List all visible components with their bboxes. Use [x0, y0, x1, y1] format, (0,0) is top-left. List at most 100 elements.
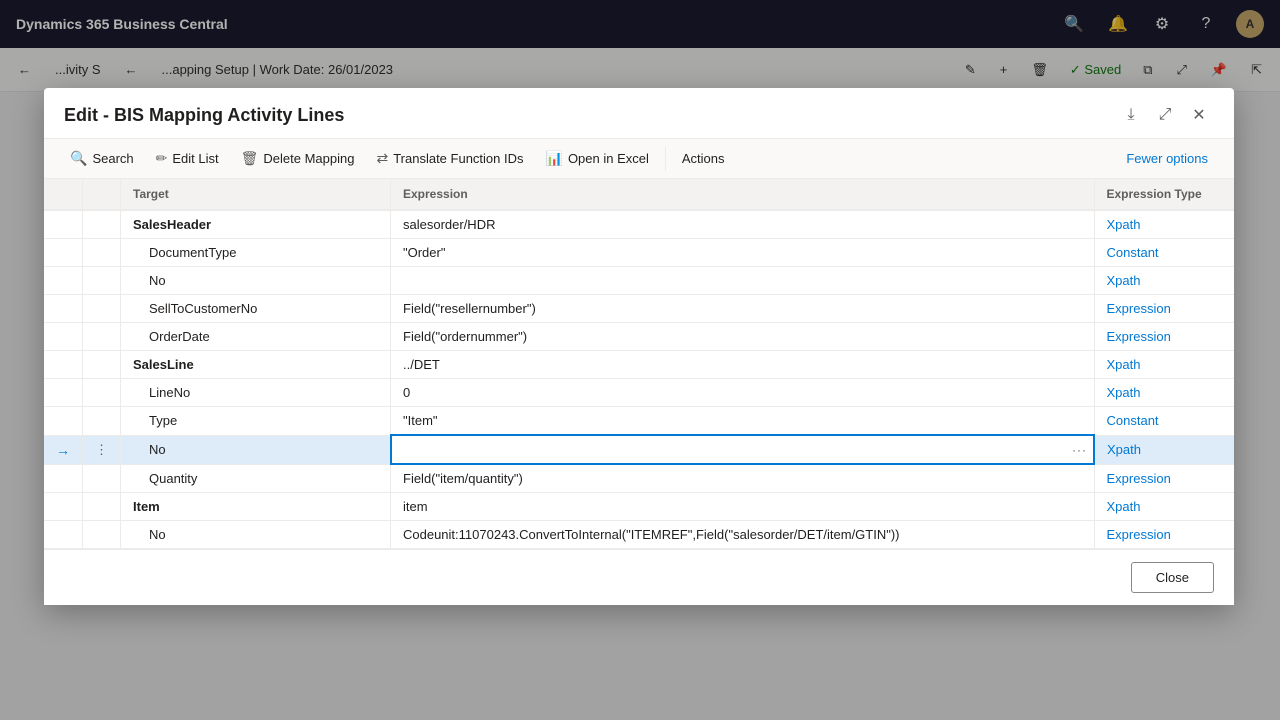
delete-mapping-label: Delete Mapping: [263, 151, 354, 166]
row-expression: Field("ordernummer"): [391, 323, 1095, 351]
modal-close-button[interactable]: ✕: [1184, 100, 1214, 130]
row-target: LineNo: [121, 379, 391, 407]
row-context-menu: [83, 407, 121, 436]
row-expression[interactable]: ···: [391, 435, 1095, 464]
row-target: No: [121, 267, 391, 295]
close-x-icon: ✕: [1192, 105, 1205, 125]
row-context-menu: [83, 239, 121, 267]
edit-list-icon: ✏: [156, 150, 168, 167]
fewer-options-button[interactable]: Fewer options: [1116, 146, 1218, 171]
row-indicator: [44, 521, 83, 549]
col-header-expression: Expression: [391, 179, 1095, 210]
search-icon: 🔍: [70, 150, 87, 167]
actions-button[interactable]: Actions: [672, 146, 735, 171]
edit-list-button[interactable]: ✏ Edit List: [146, 145, 229, 172]
toolbar-separator: [665, 147, 666, 171]
row-target: No: [121, 435, 391, 464]
row-target: SalesLine: [121, 351, 391, 379]
row-context-menu: [83, 295, 121, 323]
row-target: SellToCustomerNo: [121, 295, 391, 323]
delete-mapping-button[interactable]: 🗑 Delete Mapping: [231, 145, 365, 172]
row-indicator: [44, 493, 83, 521]
row-expression-type[interactable]: Xpath: [1094, 435, 1234, 464]
row-expression-type[interactable]: Expression: [1094, 521, 1234, 549]
row-expression: item: [391, 493, 1095, 521]
row-expression-type[interactable]: Constant: [1094, 239, 1234, 267]
row-expression: ../DET: [391, 351, 1095, 379]
open-excel-button[interactable]: 📊 Open in Excel: [536, 145, 659, 172]
delete-mapping-icon: 🗑: [241, 150, 259, 167]
actions-label: Actions: [682, 151, 725, 166]
row-context-menu: [83, 521, 121, 549]
edit-list-label: Edit List: [172, 151, 218, 166]
row-target: No: [121, 521, 391, 549]
open-excel-label: Open in Excel: [568, 151, 649, 166]
row-expression-type[interactable]: Expression: [1094, 295, 1234, 323]
table-row: SalesLine../DETXpath: [44, 351, 1234, 379]
row-context-menu: [83, 323, 121, 351]
search-button[interactable]: 🔍 Search: [60, 145, 144, 172]
table-row: NoCodeunit:11070243.ConvertToInternal("I…: [44, 521, 1234, 549]
row-expression: "Item": [391, 407, 1095, 436]
table-row: No Xpath: [44, 267, 1234, 295]
row-target: DocumentType: [121, 239, 391, 267]
row-expression-type[interactable]: Xpath: [1094, 493, 1234, 521]
minimize-icon: ⤓: [1127, 106, 1134, 124]
row-target: Quantity: [121, 464, 391, 493]
table-row: OrderDateField("ordernummer")Expression: [44, 323, 1234, 351]
expression-edit-wrapper: ···: [394, 438, 1092, 461]
row-expression-type[interactable]: Expression: [1094, 323, 1234, 351]
table-header-row: Target Expression Expression Type: [44, 179, 1234, 210]
modal-minimize-button[interactable]: ⤓: [1116, 100, 1146, 130]
table-row: DocumentType"Order"Constant: [44, 239, 1234, 267]
row-indicator: [44, 295, 83, 323]
modal-title: Edit - BIS Mapping Activity Lines: [64, 105, 344, 126]
maximize-icon: ⤢: [1159, 106, 1172, 124]
row-indicator: [44, 267, 83, 295]
table-row: ItemitemXpath: [44, 493, 1234, 521]
row-expression: salesorder/HDR: [391, 210, 1095, 239]
translate-fn-button[interactable]: ⇄ Translate Function IDs: [366, 145, 533, 172]
row-context-menu[interactable]: ⋮: [83, 435, 121, 464]
row-expression: Codeunit:11070243.ConvertToInternal("ITE…: [391, 521, 1095, 549]
expression-input[interactable]: [394, 438, 1092, 461]
translate-icon: ⇄: [376, 150, 388, 167]
expression-ellipsis-button[interactable]: ···: [1072, 443, 1087, 457]
row-expression: "Order": [391, 239, 1095, 267]
row-expression-type[interactable]: Expression: [1094, 464, 1234, 493]
row-context-menu: [83, 267, 121, 295]
fewer-options-label: Fewer options: [1126, 151, 1208, 166]
row-context-menu: [83, 379, 121, 407]
modal-dialog: Edit - BIS Mapping Activity Lines ⤓ ⤢ ✕ …: [44, 88, 1234, 605]
close-footer-button[interactable]: Close: [1131, 562, 1214, 593]
row-target: SalesHeader: [121, 210, 391, 239]
col-header-type: Expression Type: [1094, 179, 1234, 210]
row-expression-type[interactable]: Xpath: [1094, 379, 1234, 407]
modal-overlay: Edit - BIS Mapping Activity Lines ⤓ ⤢ ✕ …: [0, 0, 1280, 720]
excel-icon: 📊: [546, 150, 563, 167]
table-row: SalesHeadersalesorder/HDRXpath: [44, 210, 1234, 239]
modal-header: Edit - BIS Mapping Activity Lines ⤓ ⤢ ✕: [44, 88, 1234, 139]
row-expression-type[interactable]: Xpath: [1094, 267, 1234, 295]
table-row: LineNo0Xpath: [44, 379, 1234, 407]
row-indicator: [44, 351, 83, 379]
row-target: OrderDate: [121, 323, 391, 351]
row-indicator: [44, 239, 83, 267]
row-expression-type[interactable]: Xpath: [1094, 210, 1234, 239]
row-indicator: [44, 464, 83, 493]
row-expression-type[interactable]: Xpath: [1094, 351, 1234, 379]
search-label: Search: [92, 151, 133, 166]
translate-fn-label: Translate Function IDs: [393, 151, 523, 166]
modal-toolbar: 🔍 Search ✏ Edit List 🗑 Delete Mapping ⇄ …: [44, 139, 1234, 179]
row-indicator: →: [44, 435, 83, 464]
col-header-indicator: [44, 179, 83, 210]
row-indicator: [44, 379, 83, 407]
row-expression: 0: [391, 379, 1095, 407]
row-expression: [391, 267, 1095, 295]
row-indicator: [44, 407, 83, 436]
modal-maximize-button[interactable]: ⤢: [1150, 100, 1180, 130]
row-expression-type[interactable]: Constant: [1094, 407, 1234, 436]
table-row: Type"Item"Constant: [44, 407, 1234, 436]
col-header-context: [83, 179, 121, 210]
row-target: Item: [121, 493, 391, 521]
